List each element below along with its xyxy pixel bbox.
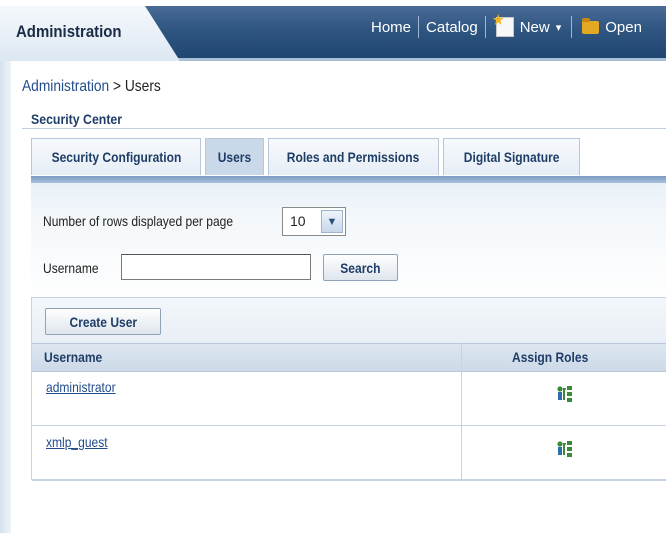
breadcrumb-administration-link[interactable]: Administration [22, 78, 109, 95]
folder-icon [582, 17, 600, 34]
section-title: Security Center [31, 111, 123, 127]
rows-per-page-value: 10 [290, 213, 306, 229]
username-search-input[interactable] [121, 254, 311, 280]
tab-security-configuration[interactable]: Security Configuration [31, 138, 201, 175]
chevron-down-icon: ▾ [555, 21, 562, 34]
table-row: administrator [32, 371, 666, 426]
assign-roles-icon[interactable] [556, 440, 574, 458]
open-menu-label: Open [605, 18, 642, 36]
open-menu-button[interactable]: Open [572, 17, 652, 36]
create-user-button[interactable]: Create User [45, 308, 161, 335]
rows-per-page-label: Number of rows displayed per page [43, 213, 234, 229]
assign-roles-icon[interactable] [556, 385, 574, 403]
table-row: xmlp_guest [32, 426, 666, 481]
username-label: Username [43, 260, 99, 276]
new-menu-label: New [519, 18, 550, 36]
tab-bar: Security Configuration Users Roles and P… [31, 138, 580, 176]
create-user-label: Create User [69, 313, 137, 330]
column-header-assign-roles: Assign Roles [512, 349, 589, 365]
breadcrumb: Administration > Users [22, 78, 161, 96]
tab-users[interactable]: Users [205, 138, 264, 175]
breadcrumb-separator: > [109, 78, 125, 95]
catalog-link[interactable]: Catalog [419, 19, 485, 36]
global-nav: Home Catalog New ▾ Open [364, 14, 652, 40]
left-border-strip [0, 61, 11, 533]
search-button[interactable]: Search [323, 254, 398, 281]
tab-label: Digital Signature [463, 149, 560, 165]
app-title: Administration [16, 22, 122, 41]
new-document-icon [495, 17, 514, 37]
home-link[interactable]: Home [364, 19, 418, 36]
tab-label: Security Configuration [51, 149, 181, 165]
chevron-down-icon[interactable]: ▼ [321, 210, 343, 233]
section-divider [22, 128, 666, 129]
username-link-administrator[interactable]: administrator [46, 379, 116, 395]
column-header-username: Username [44, 349, 103, 365]
tab-digital-signature[interactable]: Digital Signature [443, 138, 580, 175]
breadcrumb-current: Users [124, 78, 161, 95]
top-header: Administration Home Catalog New ▾ Open [0, 0, 666, 61]
table-header: Username Assign Roles [32, 343, 666, 372]
search-button-label: Search [340, 259, 381, 276]
tab-underline-band [31, 176, 666, 183]
users-table: Create User Username Assign Roles admini… [31, 297, 666, 481]
tab-label: Users [217, 149, 252, 165]
tab-roles-and-permissions[interactable]: Roles and Permissions [268, 138, 439, 175]
column-divider [461, 343, 462, 481]
new-menu-button[interactable]: New ▾ [486, 17, 572, 37]
rows-per-page-select[interactable]: 10 ▼ [282, 207, 346, 236]
tab-label: Roles and Permissions [287, 149, 420, 165]
username-link-xmlp-guest[interactable]: xmlp_guest [46, 434, 108, 450]
